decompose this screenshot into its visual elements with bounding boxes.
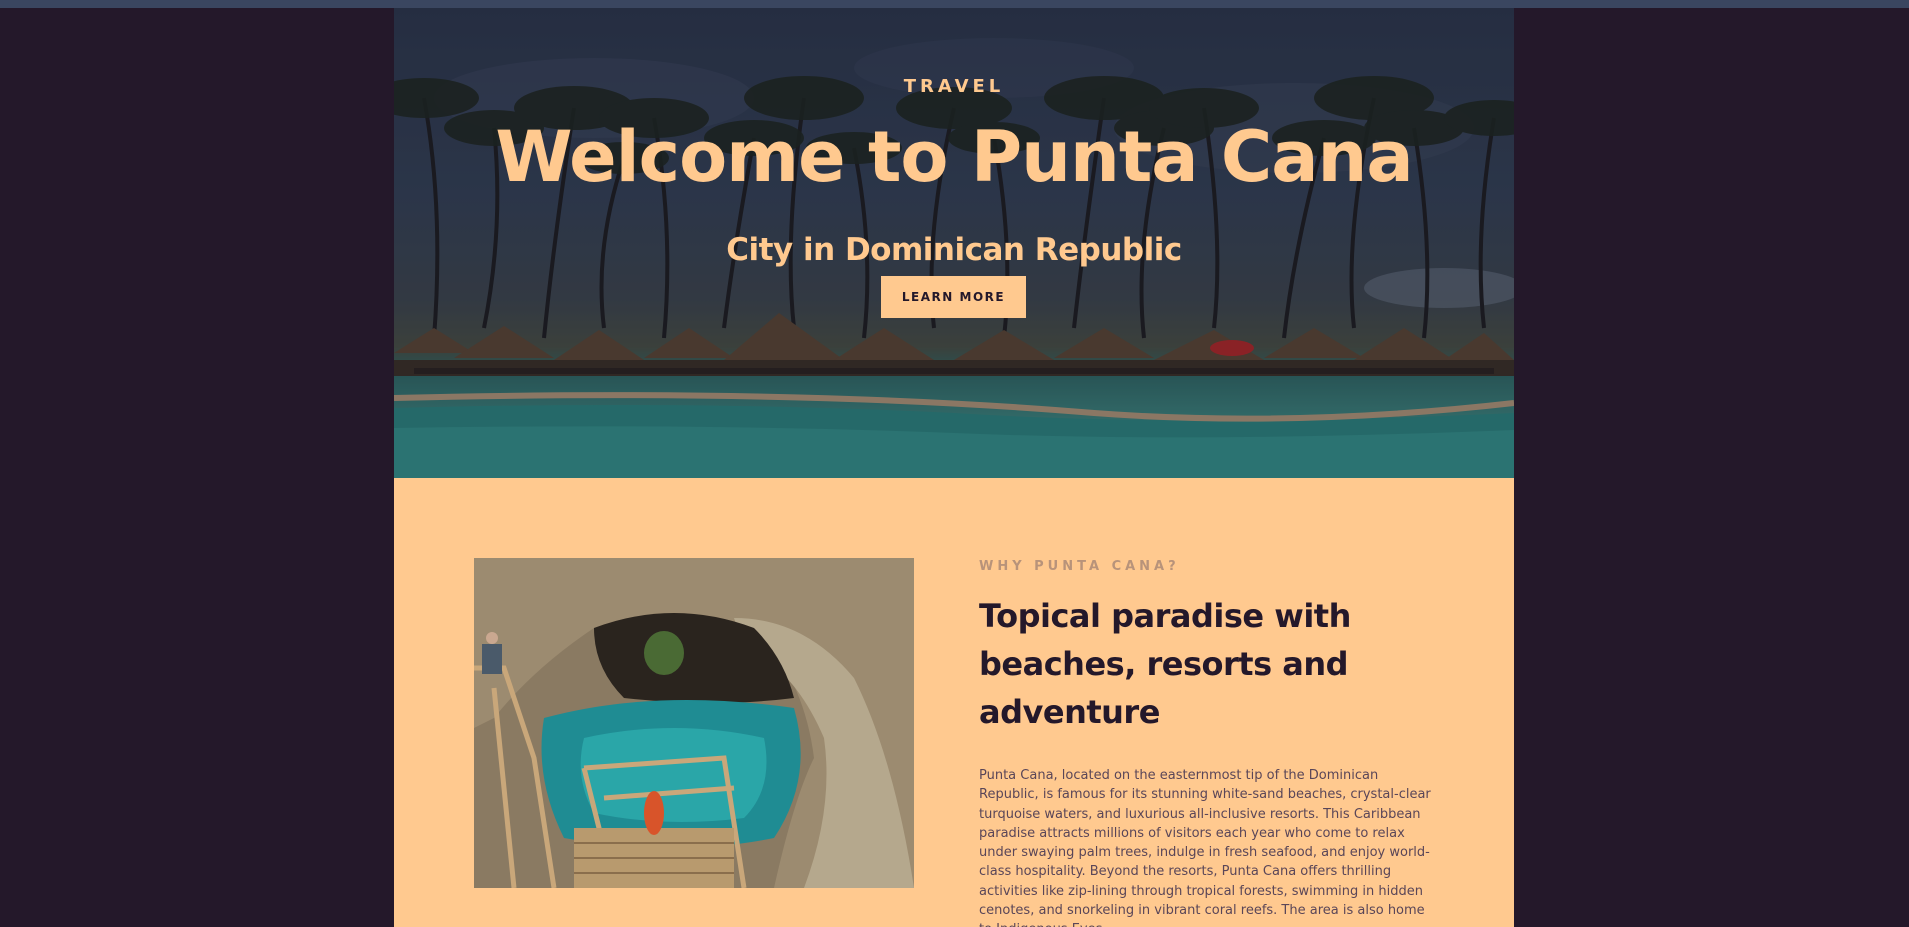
learn-more-button[interactable]: LEARN MORE — [881, 276, 1026, 318]
about-eyebrow: WHY PUNTA CANA? — [979, 559, 1180, 574]
hero-title: Welcome to Punta Cana — [495, 116, 1413, 198]
hero-section: TRAVEL Welcome to Punta Cana City in Dom… — [394, 8, 1514, 478]
about-heading: Topical paradise with beaches, resorts a… — [979, 597, 1351, 731]
hero-eyebrow: TRAVEL — [903, 76, 1005, 97]
browser-top-bar — [0, 0, 1909, 8]
about-section: WHY PUNTA CANA? Topical paradise with be… — [394, 478, 1514, 927]
cenote-photo — [474, 558, 914, 888]
page-container: TRAVEL Welcome to Punta Cana City in Dom… — [394, 8, 1514, 927]
about-paragraph: Punta Cana, located on the easternmost t… — [979, 768, 1431, 927]
hero-subtitle: City in Dominican Republic — [726, 232, 1182, 268]
